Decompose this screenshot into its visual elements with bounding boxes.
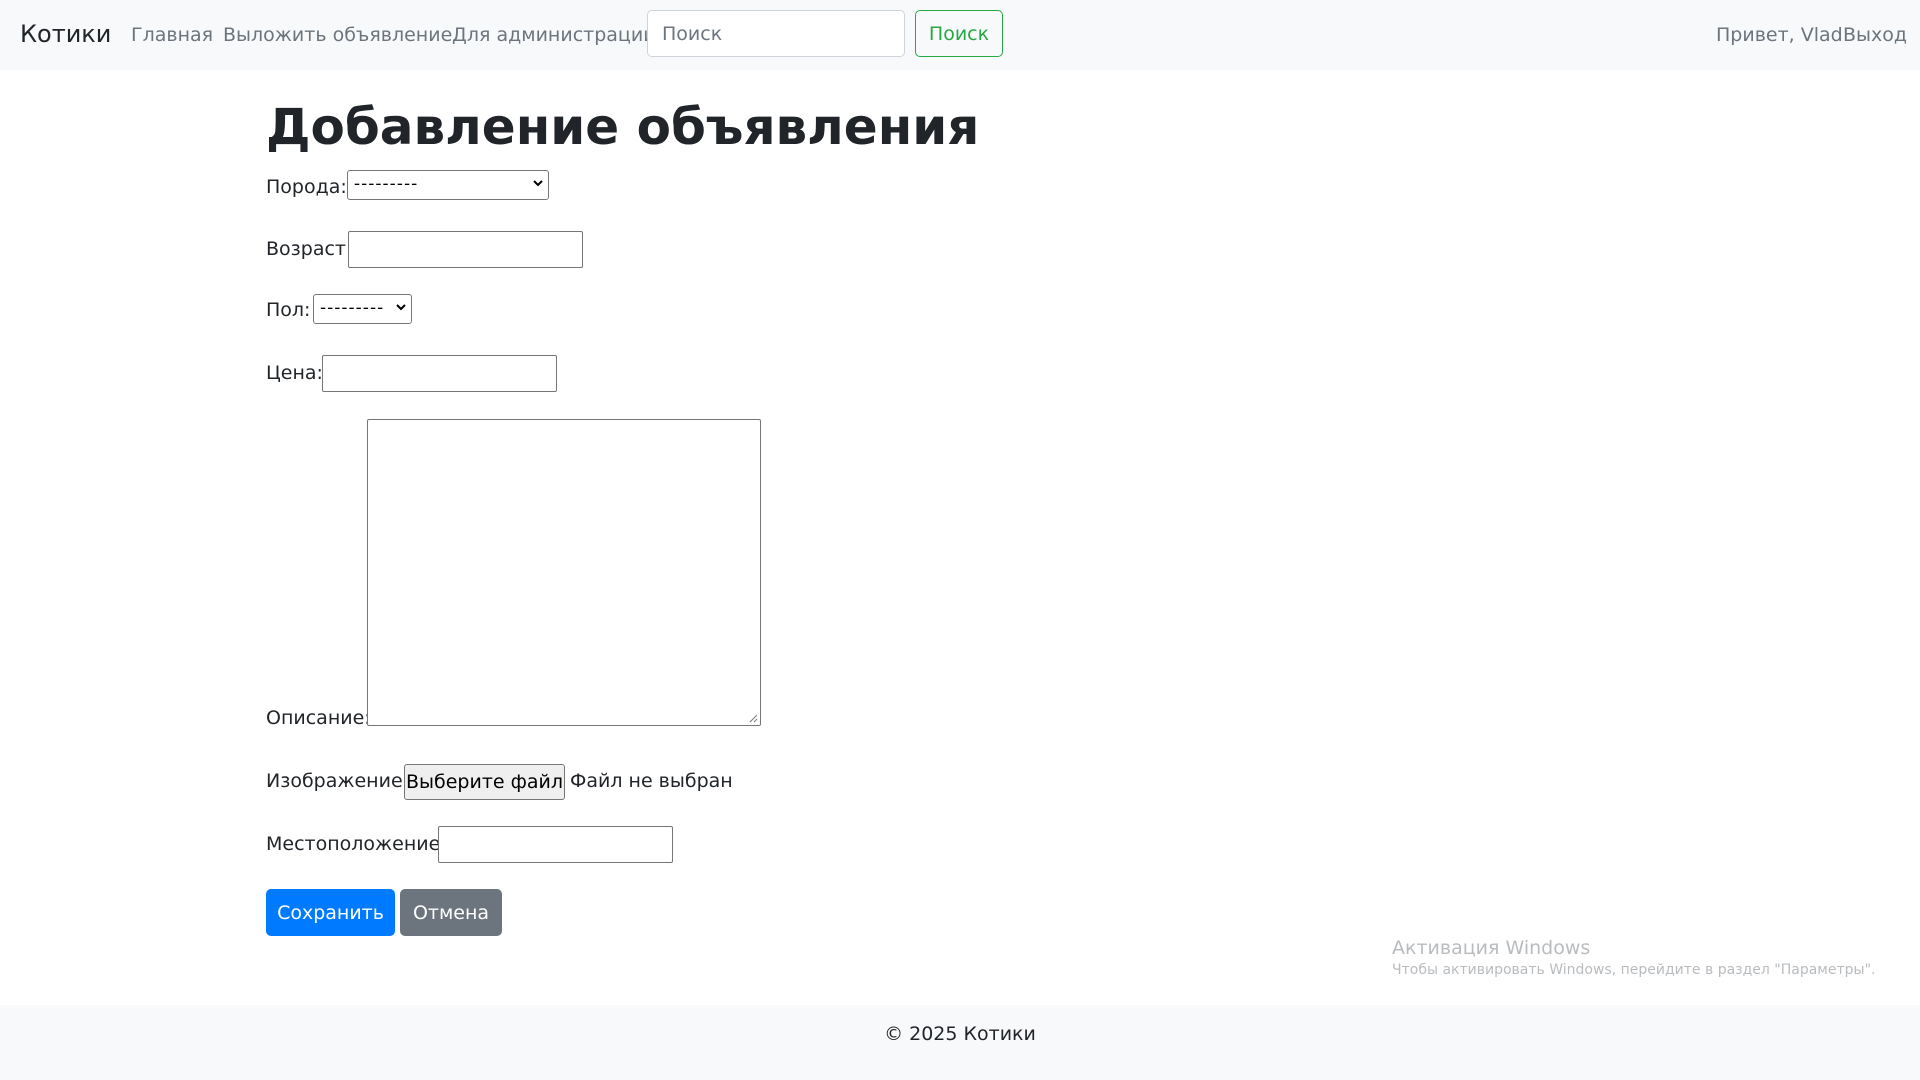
nav-link-post-ad[interactable]: Выложить объявление <box>223 24 452 46</box>
gender-select-value: --------- <box>320 298 385 318</box>
cancel-button[interactable]: Отмена <box>400 889 502 936</box>
choose-file-button[interactable]: Выберите файл <box>404 764 565 800</box>
breed-label: Порода: <box>266 176 347 198</box>
breed-select[interactable]: --------- <box>347 170 549 200</box>
logout-link[interactable]: Выход <box>1843 24 1907 46</box>
search-input[interactable] <box>647 10 905 57</box>
windows-activation-subtitle: Чтобы активировать Windows, перейдите в … <box>1392 962 1876 978</box>
nav-link-home[interactable]: Главная <box>131 24 213 46</box>
image-label: Изображение: <box>266 770 410 792</box>
windows-activation-title: Активация Windows <box>1392 937 1591 959</box>
gender-select[interactable]: --------- <box>313 294 412 324</box>
brand-link[interactable]: Котики <box>20 20 111 48</box>
search-button[interactable]: Поиск <box>915 10 1003 57</box>
chevron-down-icon <box>533 180 543 187</box>
save-button[interactable]: Сохранить <box>266 889 395 936</box>
page-title: Добавление объявления <box>266 98 980 156</box>
navbar: Котики Главная Выложить объявление Для а… <box>0 0 1920 70</box>
price-input[interactable] <box>322 355 557 392</box>
user-greeting: Привет, Vlad <box>1716 24 1843 46</box>
chevron-down-icon <box>396 304 406 311</box>
file-status: Файл не выбран <box>570 770 733 792</box>
footer-text: © 2025 Котики <box>884 1023 1036 1045</box>
gender-label: Пол: <box>266 299 311 321</box>
age-label: Возраст: <box>266 238 353 260</box>
price-label: Цена: <box>266 362 323 384</box>
breed-select-value: --------- <box>354 174 419 194</box>
location-label: Местоположение: <box>266 833 447 855</box>
location-input[interactable] <box>438 826 673 863</box>
age-input[interactable] <box>348 231 583 268</box>
footer: © 2025 Котики <box>0 1005 1920 1080</box>
description-textarea[interactable] <box>367 419 761 726</box>
description-label: Описание: <box>266 707 371 729</box>
resize-handle-icon[interactable] <box>748 713 758 723</box>
nav-link-admin[interactable]: Для администрации <box>452 24 656 46</box>
